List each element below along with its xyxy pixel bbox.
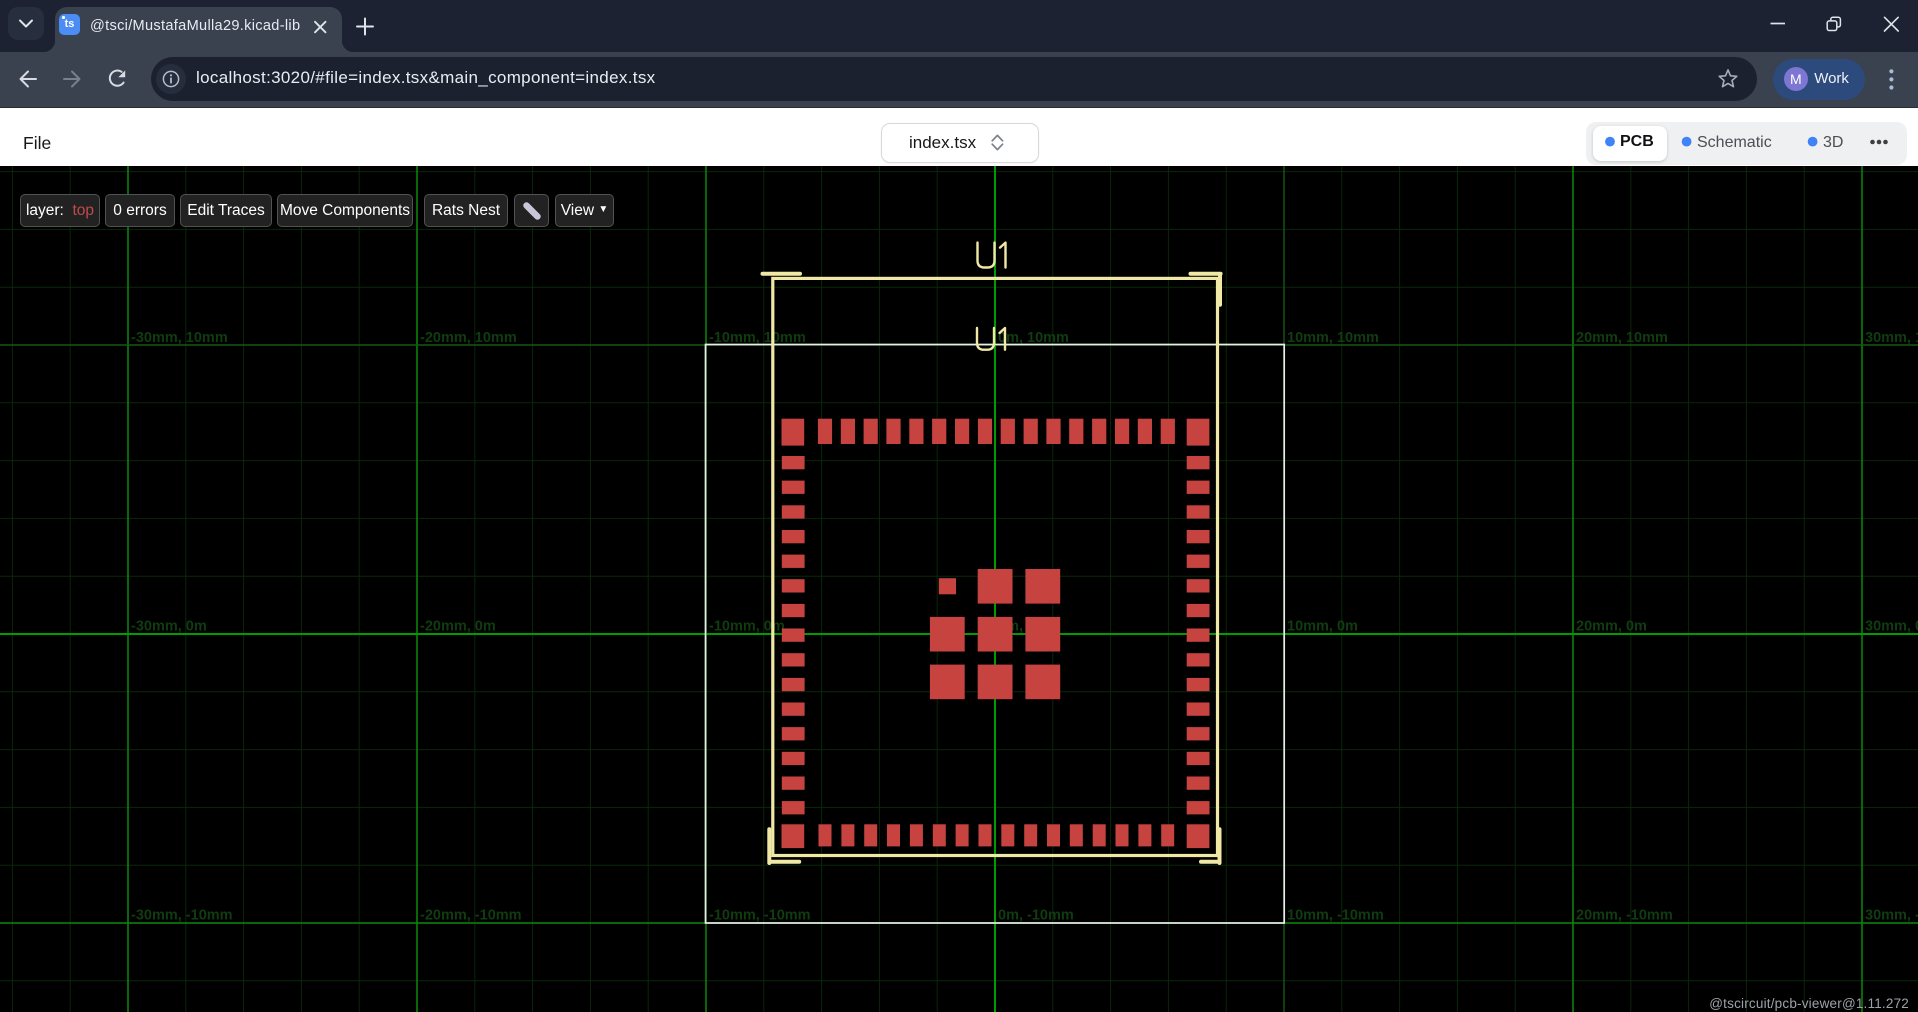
svg-text:-20mm, -10mm: -20mm, -10mm [420,907,522,923]
svg-text:30mm, 10mm: 30mm, 10mm [1865,330,1918,346]
svg-text:-20mm, 10mm: -20mm, 10mm [420,330,517,346]
svg-text:20mm, -10mm: 20mm, -10mm [1576,907,1673,923]
svg-text:-30mm, 0m: -30mm, 0m [131,619,207,635]
svg-text:-20mm, 0m: -20mm, 0m [420,619,496,635]
svg-text:30mm, 0m: 30mm, 0m [1865,619,1918,635]
svg-text:-10mm, -10mm: -10mm, -10mm [709,907,811,923]
svg-text:0m, -10mm: 0m, -10mm [998,907,1074,923]
svg-text:20mm, 10mm: 20mm, 10mm [1576,330,1668,346]
svg-text:10mm, 0m: 10mm, 0m [1287,619,1358,635]
svg-text:10mm, -10mm: 10mm, -10mm [1287,907,1384,923]
svg-text:30mm, -10mm: 30mm, -10mm [1865,907,1918,923]
svg-text:-30mm, 10mm: -30mm, 10mm [131,330,228,346]
svg-text:20mm, 0m: 20mm, 0m [1576,619,1647,635]
svg-text:10mm, 10mm: 10mm, 10mm [1287,330,1379,346]
svg-text:-30mm, -10mm: -30mm, -10mm [131,907,233,923]
